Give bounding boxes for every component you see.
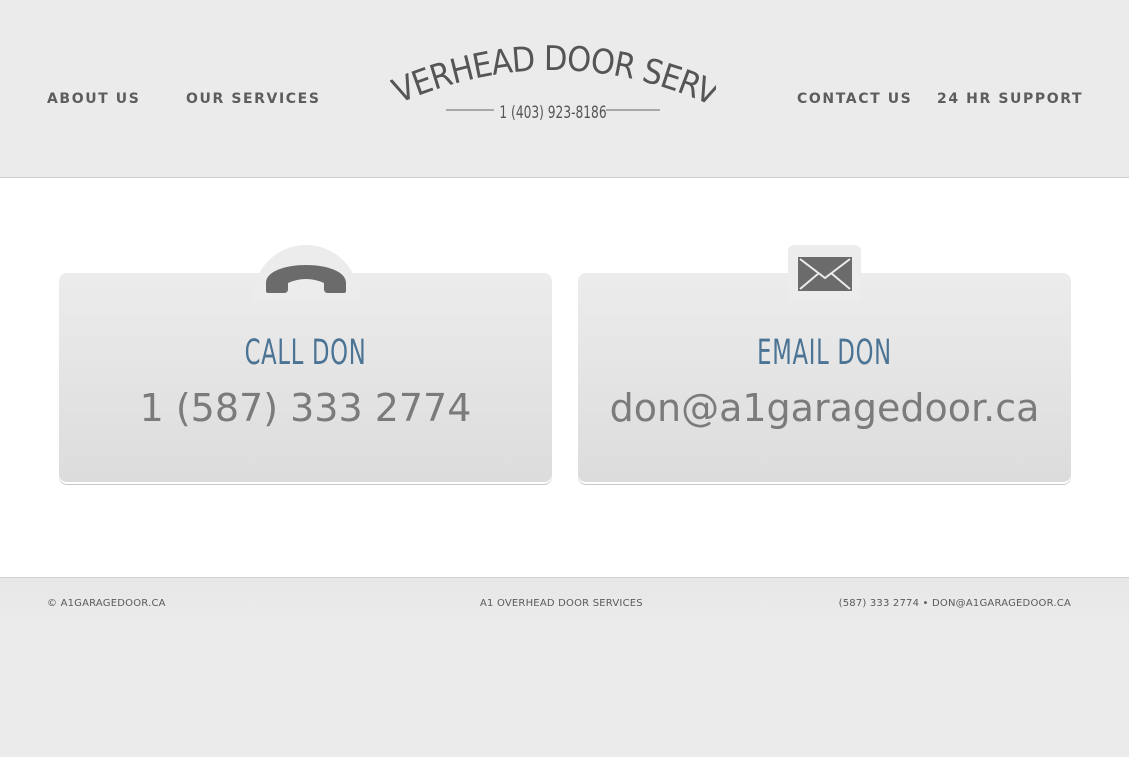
- logo-phone: 1 (403) 923-8186: [499, 103, 606, 123]
- phone-icon: [266, 265, 346, 293]
- email-address[interactable]: don@a1garagedoor.ca: [578, 386, 1071, 430]
- email-title: EMAIL DON: [757, 333, 892, 373]
- site-header: ABOUT US OUR SERVICES A1 OVERHEAD DOOR S…: [0, 0, 1129, 178]
- main-content: CALL DON 1 (587) 333 2774 EMAIL DON don@…: [0, 178, 1129, 577]
- footer-copyright: © A1GARAGEDOOR.CA: [47, 598, 166, 609]
- nav-contact-us[interactable]: CONTACT US: [797, 91, 912, 107]
- envelope-icon: [798, 257, 852, 291]
- nav-24hr-support[interactable]: 24 HR SUPPORT: [937, 91, 1083, 107]
- nav-our-services[interactable]: OUR SERVICES: [186, 91, 321, 107]
- email-card: EMAIL DON don@a1garagedoor.ca: [578, 245, 1071, 482]
- footer-company: A1 OVERHEAD DOOR SERVICES: [480, 598, 643, 609]
- nav-about-us[interactable]: ABOUT US: [47, 91, 140, 107]
- footer-contact[interactable]: (587) 333 2774 • DON@A1GARAGEDOOR.CA: [839, 598, 1071, 609]
- call-phone-number[interactable]: 1 (587) 333 2774: [59, 386, 552, 430]
- call-card: CALL DON 1 (587) 333 2774: [59, 245, 552, 482]
- site-logo[interactable]: A1 OVERHEAD DOOR SERVICES 1 (403) 923-81…: [390, 44, 716, 134]
- site-footer: © A1GARAGEDOOR.CA A1 OVERHEAD DOOR SERVI…: [0, 577, 1129, 757]
- call-title: CALL DON: [244, 333, 367, 373]
